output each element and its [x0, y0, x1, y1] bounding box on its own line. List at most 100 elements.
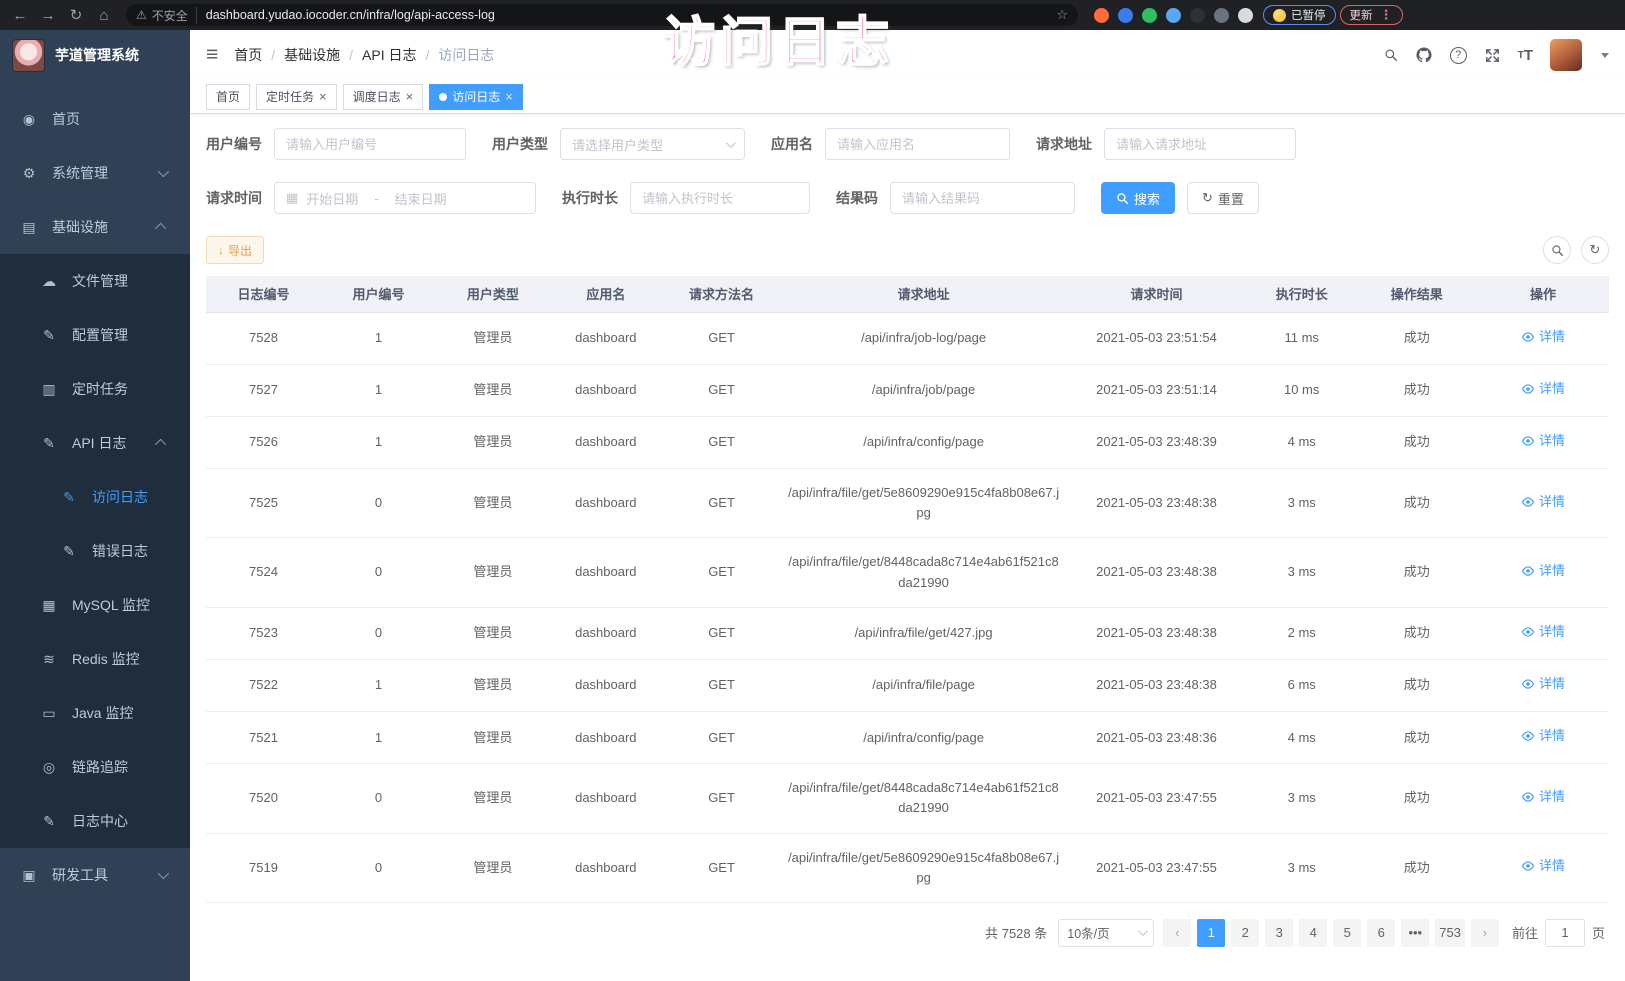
- sidebar-item-mysql-monitor[interactable]: ▦MySQL 监控: [0, 578, 190, 632]
- request-url-input-field[interactable]: [1116, 137, 1284, 152]
- breadcrumb-item[interactable]: API 日志: [362, 45, 416, 65]
- sidebar-item-dev-tools[interactable]: ▣研发工具: [0, 848, 190, 902]
- refresh-table-button[interactable]: ↻: [1581, 236, 1609, 264]
- request-url-input[interactable]: [1104, 128, 1296, 160]
- search-button[interactable]: 搜索: [1101, 182, 1175, 214]
- url-text[interactable]: dashboard.yudao.iocoder.cn/infra/log/api…: [197, 8, 1057, 22]
- reset-button[interactable]: ↻ 重置: [1187, 182, 1259, 214]
- sidebar-item-config-edit[interactable]: ✎配置管理: [0, 308, 190, 362]
- export-button[interactable]: ↓ 导出: [206, 236, 264, 264]
- sidebar-item-access-log[interactable]: ✎访问日志: [0, 470, 190, 524]
- tab-调度日志[interactable]: 调度日志×: [343, 84, 424, 110]
- browser-menu-kebab-icon[interactable]: ⋮: [1380, 7, 1393, 23]
- extension-icon-halo[interactable]: [1094, 8, 1109, 23]
- browser-back-icon[interactable]: ←: [8, 3, 32, 27]
- page-button-1[interactable]: 1: [1197, 919, 1225, 947]
- sidebar-item-infrastructure[interactable]: ▤基础设施: [0, 200, 190, 254]
- address-bar[interactable]: ⚠ 不安全 dashboard.yudao.iocoder.cn/infra/l…: [126, 4, 1078, 26]
- sidebar-item-cloud-upload[interactable]: ☁文件管理: [0, 254, 190, 308]
- breadcrumb-item[interactable]: 首页: [234, 45, 262, 65]
- detail-link[interactable]: 详情: [1521, 856, 1565, 876]
- update-button[interactable]: 更新 ⋮: [1340, 5, 1403, 25]
- cell-result: 成功: [1356, 764, 1477, 833]
- page-size-select[interactable]: 10条/页: [1058, 919, 1154, 947]
- duration-input-field[interactable]: [642, 191, 798, 206]
- user-id-input-field[interactable]: [286, 137, 454, 152]
- tab-首页[interactable]: 首页: [206, 84, 250, 110]
- detail-link[interactable]: 详情: [1521, 379, 1565, 399]
- goto-page-input[interactable]: [1545, 919, 1585, 947]
- fullscreen-icon[interactable]: [1484, 42, 1501, 68]
- page-button-3[interactable]: 3: [1265, 919, 1293, 947]
- app-name-input[interactable]: [825, 128, 1010, 160]
- extension-icon-puzzle[interactable]: [1238, 8, 1253, 23]
- github-icon[interactable]: [1415, 42, 1433, 68]
- date-range-picker[interactable]: ▦ 开始日期 - 结束日期: [274, 182, 536, 214]
- browser-forward-icon[interactable]: →: [36, 3, 60, 27]
- cell-action: 详情: [1477, 764, 1609, 833]
- user-avatar[interactable]: [1550, 39, 1582, 71]
- page-button-2[interactable]: 2: [1231, 919, 1259, 947]
- page-button-5[interactable]: 5: [1333, 919, 1361, 947]
- search-icon: [1116, 192, 1129, 205]
- help-icon[interactable]: ?: [1450, 42, 1467, 68]
- emoji-face-icon: [1273, 9, 1286, 22]
- font-size-icon[interactable]: TT: [1518, 42, 1533, 68]
- logo-row[interactable]: 芋道管理系统: [0, 30, 190, 80]
- breadcrumb-item[interactable]: 基础设施: [284, 45, 340, 65]
- user-type-select[interactable]: 请选择用户类型: [560, 128, 745, 160]
- search-icon: [1551, 244, 1564, 257]
- extension-icon-green[interactable]: [1142, 8, 1157, 23]
- detail-link[interactable]: 详情: [1521, 492, 1565, 512]
- sidebar-item-dashboard[interactable]: ◉首页: [0, 92, 190, 146]
- close-icon[interactable]: ×: [505, 90, 513, 103]
- page-button-6[interactable]: 6: [1367, 919, 1395, 947]
- app-name-input-field[interactable]: [837, 137, 998, 152]
- sidebar-item-scheduled-job[interactable]: ▥定时任务: [0, 362, 190, 416]
- refresh-icon: ↻: [1202, 190, 1213, 206]
- page-button-753[interactable]: 753: [1435, 919, 1465, 947]
- cell-id: 7524: [206, 538, 321, 607]
- sidebar-item-redis-monitor[interactable]: ≋Redis 监控: [0, 632, 190, 686]
- sidebar-item-api-log[interactable]: ✎API 日志: [0, 416, 190, 470]
- detail-link[interactable]: 详情: [1521, 622, 1565, 642]
- extension-icon-dark-badge[interactable]: [1190, 8, 1205, 23]
- close-icon[interactable]: ×: [406, 90, 414, 103]
- extension-icon-grid[interactable]: [1166, 8, 1181, 23]
- bookmark-star-icon[interactable]: ☆: [1056, 7, 1068, 23]
- next-page-button[interactable]: ›: [1471, 919, 1499, 947]
- sidebar-item-java-monitor[interactable]: ▭Java 监控: [0, 686, 190, 740]
- detail-link[interactable]: 详情: [1521, 327, 1565, 347]
- user-id-input[interactable]: [274, 128, 466, 160]
- sidebar-item-error-log[interactable]: ✎错误日志: [0, 524, 190, 578]
- tab-定时任务[interactable]: 定时任务×: [256, 84, 337, 110]
- prev-page-button[interactable]: ‹: [1163, 919, 1191, 947]
- page-button-4[interactable]: 4: [1299, 919, 1327, 947]
- sidebar-item-trace-eye[interactable]: ◎链路追踪: [0, 740, 190, 794]
- security-warning[interactable]: ⚠ 不安全: [136, 7, 197, 24]
- paused-badge[interactable]: 已暂停: [1263, 5, 1336, 25]
- extension-icon-shield[interactable]: [1118, 8, 1133, 23]
- more-pages-icon[interactable]: •••: [1401, 919, 1429, 947]
- header-search-icon[interactable]: [1384, 42, 1398, 68]
- duration-input[interactable]: [630, 182, 810, 214]
- detail-link[interactable]: 详情: [1521, 431, 1565, 451]
- cell-method: GET: [662, 607, 781, 659]
- browser-home-icon[interactable]: ⌂: [92, 3, 116, 27]
- detail-link[interactable]: 详情: [1521, 726, 1565, 746]
- detail-link[interactable]: 详情: [1521, 561, 1565, 581]
- tab-访问日志[interactable]: 访问日志 ×: [429, 84, 523, 110]
- close-icon[interactable]: ×: [319, 90, 327, 103]
- result-code-input-field[interactable]: [902, 191, 1063, 206]
- sidebar-item-gear[interactable]: ⚙系统管理: [0, 146, 190, 200]
- tab-label: 访问日志: [452, 88, 500, 105]
- result-code-input[interactable]: [890, 182, 1075, 214]
- detail-link[interactable]: 详情: [1521, 787, 1565, 807]
- hamburger-icon[interactable]: ≡: [206, 43, 218, 67]
- hide-search-button[interactable]: [1543, 236, 1571, 264]
- browser-reload-icon[interactable]: ↻: [64, 3, 88, 27]
- detail-link[interactable]: 详情: [1521, 674, 1565, 694]
- avatar-caret-down-icon[interactable]: [1601, 53, 1609, 58]
- extension-icon-gray[interactable]: [1214, 8, 1229, 23]
- sidebar-item-log-center[interactable]: ✎日志中心: [0, 794, 190, 848]
